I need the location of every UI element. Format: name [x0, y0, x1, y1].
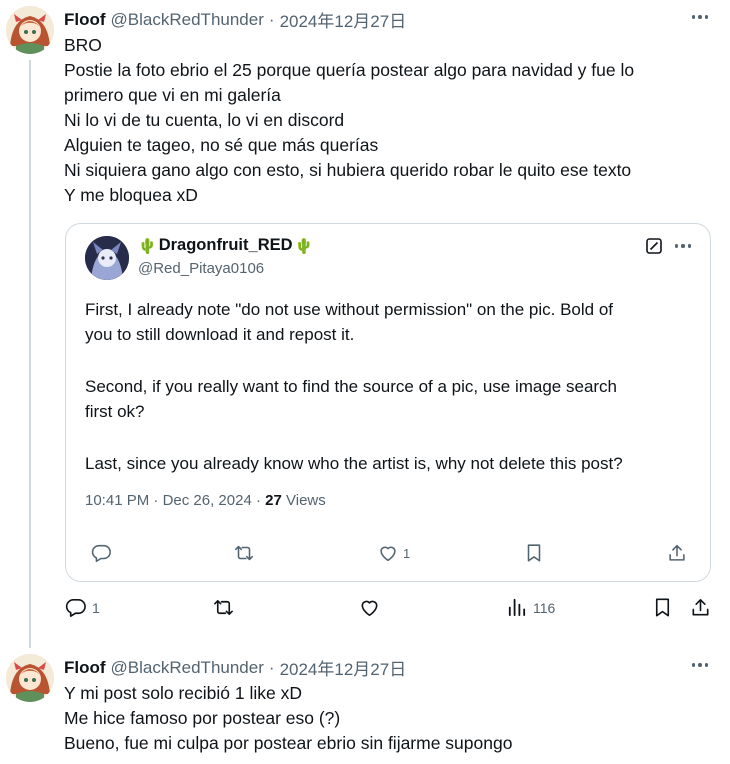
avatar[interactable] [6, 654, 54, 702]
tweet-text: Y mi post solo recibió 1 like xD Me hice… [64, 681, 512, 756]
tweet-action-bar: 1 116 [0, 596, 730, 626]
separator: · [255, 492, 261, 509]
bookmark-icon [527, 544, 541, 562]
text-line: Postie la foto ebrio el 25 porque quería… [64, 60, 635, 80]
cactus-icon: 🌵 [294, 237, 314, 255]
bookmark-button[interactable] [523, 542, 545, 564]
quote-text: First, I already note "do not use withou… [85, 297, 623, 503]
quote-display-name-row[interactable]: 🌵 Dragonfruit_RED 🌵 [138, 236, 313, 255]
avatar[interactable] [6, 6, 54, 54]
quote-action-bar: 1 [66, 542, 710, 572]
text-line: Second, if you really want to find the s… [85, 377, 618, 396]
quote-meta: 10:41 PM · Dec 26, 2024 · 27 Views [85, 492, 326, 509]
views-icon [508, 598, 526, 617]
grok-icon[interactable] [646, 238, 662, 254]
quote-views-label: Views [286, 492, 326, 509]
like-icon [380, 546, 396, 562]
more-icon[interactable] [688, 8, 712, 26]
tweet-header: Floof @BlackRedThunder · 2024年12月27日 [64, 7, 406, 32]
quote-time[interactable]: 10:41 PM [85, 492, 149, 509]
timestamp[interactable]: 2024年12月27日 [280, 655, 407, 680]
cactus-icon: 🌵 [138, 237, 157, 255]
text-line: you to still download it and repost it. [85, 325, 355, 344]
username[interactable]: @BlackRedThunder [111, 658, 264, 678]
like-count: 1 [403, 545, 411, 561]
reply-button[interactable] [90, 542, 116, 564]
quote-views-count: 27 [265, 492, 282, 509]
quote-paragraph: Last, since you already know who the art… [85, 451, 623, 476]
separator: · [153, 492, 159, 509]
text-line: Bueno, fue mi culpa por postear ebrio si… [64, 733, 513, 753]
tweet-text: BRO Postie la foto ebrio el 25 porque qu… [64, 33, 634, 208]
display-name[interactable]: Floof [64, 658, 106, 678]
quote-display-name[interactable]: Dragonfruit_RED [159, 236, 293, 255]
separator: · [268, 9, 275, 29]
repost-icon [234, 545, 254, 561]
quote-avatar[interactable] [85, 236, 129, 280]
bookmark-button[interactable] [651, 596, 674, 619]
text-line: BRO [64, 35, 102, 55]
views-button[interactable]: 116 [505, 596, 555, 619]
bookmark-icon [655, 598, 670, 617]
display-name[interactable]: Floof [64, 10, 106, 30]
views-count: 116 [533, 599, 556, 616]
reply-button[interactable]: 1 [64, 596, 100, 619]
repost-button[interactable] [212, 596, 240, 619]
text-line: primero que vi en mi galería [64, 85, 281, 105]
quote-paragraph: First, I already note "do not use withou… [85, 297, 623, 347]
text-line: Me hice famoso por postear eso (?) [64, 708, 341, 728]
quote-paragraph: Second, if you really want to find the s… [85, 374, 623, 424]
separator: · [268, 657, 275, 677]
reply-count: 1 [92, 599, 100, 616]
share-icon [669, 544, 685, 561]
tweet-header: Floof @BlackRedThunder · 2024年12月27日 [64, 655, 406, 680]
text-line: first ok? [85, 402, 145, 421]
more-icon[interactable] [672, 239, 694, 253]
text-line: First, I already note "do not use withou… [85, 300, 614, 319]
reply-icon [91, 544, 111, 563]
thread-connector-line [29, 60, 31, 648]
share-button[interactable] [666, 542, 688, 564]
quote-date[interactable]: Dec 26, 2024 [163, 492, 252, 509]
text-line: Y mi post solo recibió 1 like xD [64, 683, 302, 703]
timestamp[interactable]: 2024年12月27日 [280, 7, 407, 32]
like-icon [361, 600, 378, 616]
text-line: Ni lo vi de tu cuenta, lo vi en discord [64, 110, 345, 130]
repost-button[interactable] [233, 542, 259, 564]
text-line: Ni siquiera gano algo con esto, si hubie… [64, 160, 632, 180]
like-button[interactable]: 1 [377, 542, 410, 564]
username[interactable]: @BlackRedThunder [111, 10, 264, 30]
quote-username[interactable]: @Red_Pitaya0106 [138, 260, 264, 277]
quoted-tweet[interactable]: 🌵 Dragonfruit_RED 🌵 @Red_Pitaya0106 Firs… [65, 223, 711, 582]
reply-icon [65, 599, 86, 617]
text-line: Alguien te tageo, no sé que más querías [64, 135, 379, 155]
repost-icon [214, 599, 233, 616]
text-line: Last, since you already know who the art… [85, 454, 623, 473]
share-icon [692, 599, 709, 616]
share-button[interactable] [689, 596, 712, 619]
text-line: Y me bloquea xD [64, 185, 198, 205]
more-icon[interactable] [688, 656, 712, 674]
like-button[interactable] [358, 596, 386, 619]
